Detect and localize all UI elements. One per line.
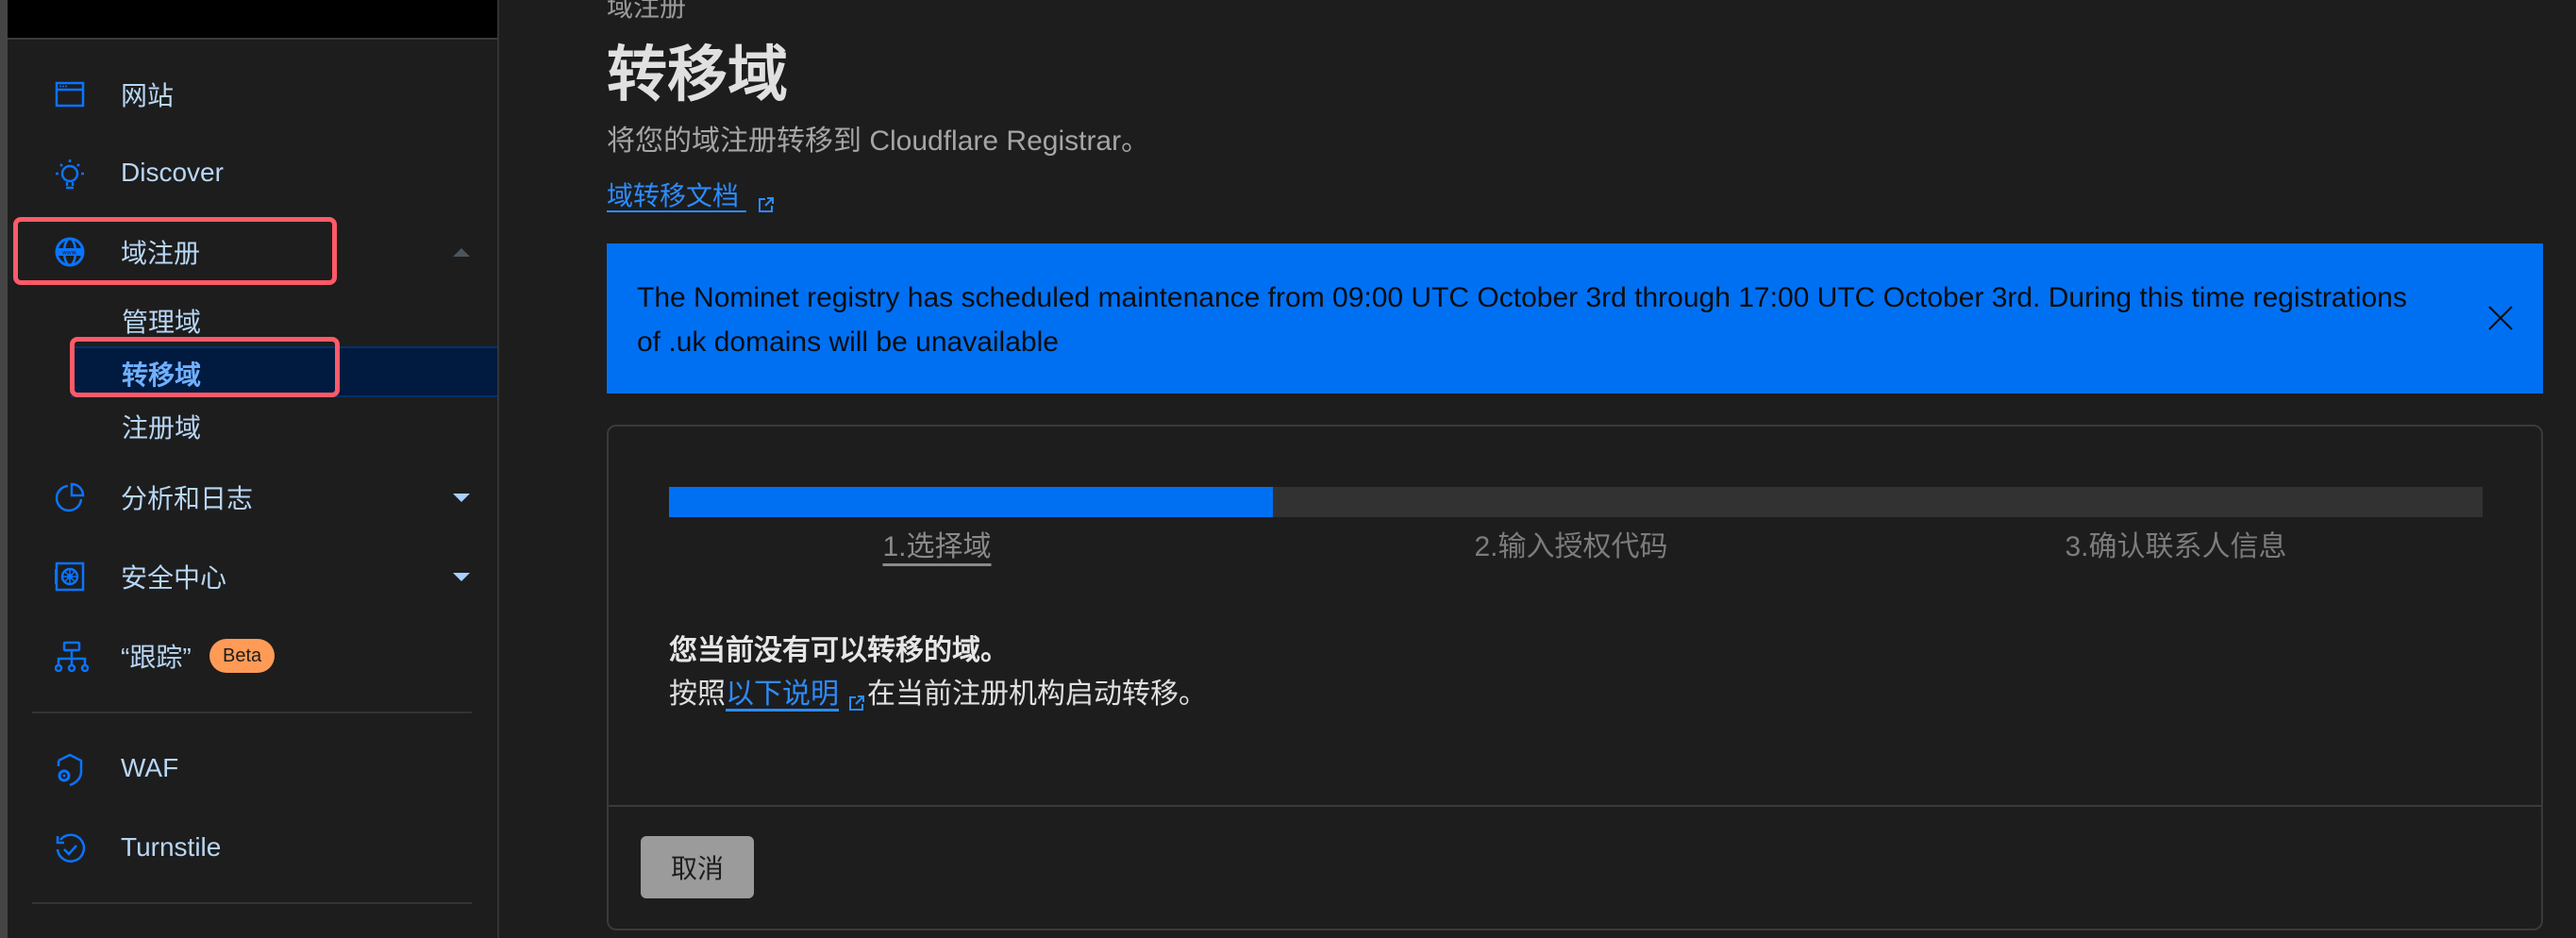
empty-state-instructions: 按照以下说明 在当前注册机构启动转移。 [669,670,1207,712]
sidebar-item-label: “跟踪” [121,643,192,672]
sidebar-item-discover[interactable]: Discover [8,142,497,203]
page-title: 转移域 [607,41,788,109]
sidebar-subitem-register-domains[interactable]: 注册域 [8,398,497,449]
browser-window-icon [55,79,85,109]
wizard-progress-fill [669,487,1274,517]
lightbulb-icon [55,158,85,190]
sidebar-item-label: 网站 [121,81,175,110]
card-footer-divider [609,805,2541,807]
highlight-annotation-transfer-domains [70,337,340,397]
sidebar-item-label: 分析和日志 [121,484,254,513]
instructions-suffix: 在当前注册机构启动转移。 [867,678,1207,710]
sidebar-item-waf[interactable]: WAF [8,738,497,798]
external-link-icon [758,190,775,212]
transfer-docs-link[interactable]: 域转移文档 [607,176,775,213]
highlight-annotation-domain-registration [13,217,337,285]
sidebar-divider [32,902,472,904]
sidebar-item-analytics-logs[interactable]: 分析和日志 [8,467,497,528]
maintenance-banner: The Nominet registry has scheduled maint… [607,243,2543,394]
sidebar-item-security-center[interactable]: 安全中心 [8,546,497,607]
network-tree-icon [54,641,90,673]
sidebar-subitem-label: 注册域 [122,413,202,443]
wizard-step-2: 2.输入授权代码 [1474,531,1668,562]
window-edge [0,0,8,938]
instructions-link[interactable]: 以下说明 [726,678,839,710]
sidebar-top-bar [8,0,497,40]
sidebar-item-turnstile[interactable]: Turnstile [8,817,497,878]
transfer-docs-link-text[interactable]: 域转移文档 [607,181,739,210]
sidebar-item-label: Discover [121,158,224,187]
wizard-step-3: 3.确认联系人信息 [2065,531,2287,562]
banner-message: The Nominet registry has scheduled maint… [637,282,2407,358]
external-link-icon [848,687,865,712]
sidebar-item-websites[interactable]: 网站 [8,64,497,125]
empty-state-title: 您当前没有可以转移的域。 [669,635,1009,666]
chevron-down-icon[interactable] [453,572,470,581]
sidebar-item-label: Turnstile [121,832,222,862]
sidebar-item-label: WAF [121,753,179,782]
main-content: 域注册 转移域 将您的域注册转移到 Cloudflare Registrar。 … [499,0,2576,938]
page-subtitle: 将您的域注册转移到 Cloudflare Registrar。 [607,126,1150,157]
shield-gear-icon [55,753,85,787]
wizard-step-1[interactable]: 1.选择域 [882,523,991,564]
sidebar-subitem-manage-domains[interactable]: 管理域 [8,293,497,343]
wizard-progress-bar [669,487,2483,517]
sidebar-subitem-label: 管理域 [122,308,202,337]
close-icon[interactable] [2486,304,2515,332]
sidebar-item-label: 安全中心 [121,563,227,593]
instructions-prefix: 按照 [669,678,726,710]
pie-chart-icon [55,482,85,512]
sidebar-divider [32,712,472,713]
cancel-button[interactable]: 取消 [641,836,754,898]
chevron-up-icon[interactable] [453,247,470,257]
breadcrumb[interactable]: 域注册 [607,0,686,25]
safe-vault-icon [54,561,85,592]
beta-badge: Beta [209,639,276,673]
refresh-check-icon [55,832,86,863]
transfer-wizard-card: 1.选择域 2.输入授权代码 3.确认联系人信息 您当前没有可以转移的域。 按照… [607,425,2543,930]
chevron-down-icon[interactable] [453,493,470,502]
